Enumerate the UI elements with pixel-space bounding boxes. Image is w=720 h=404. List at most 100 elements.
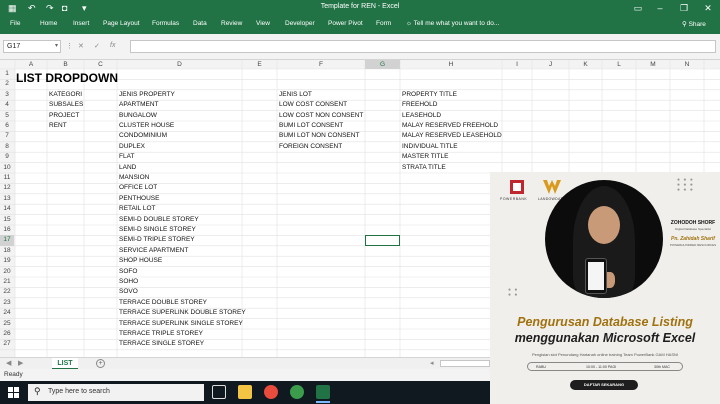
row-header-3[interactable]: 3 [0, 90, 14, 100]
next-sheet-icon[interactable]: ▶ [18, 359, 23, 367]
minimize-icon[interactable]: – [652, 2, 668, 14]
cell-kategori[interactable]: PROJECT [49, 111, 79, 121]
row-header-11[interactable]: 11 [0, 173, 14, 183]
taskbar-search[interactable]: ⚲ Type here to search [28, 384, 204, 401]
row-header-18[interactable]: 18 [0, 246, 14, 256]
row-header-1[interactable]: 1 [0, 69, 14, 79]
cell-jenis-lot[interactable]: LOW COST CONSENT [279, 100, 347, 110]
cell-jenis-property[interactable]: TERRACE SINGLE STOREY [119, 339, 204, 349]
row-header-14[interactable]: 14 [0, 204, 14, 214]
tab-review[interactable]: Review [221, 20, 242, 27]
row-header-13[interactable]: 13 [0, 194, 14, 204]
cell-jenis-property[interactable]: MANSION [119, 173, 149, 183]
tab-power-pivot[interactable]: Power Pivot [328, 20, 363, 27]
chrome-profile-icon[interactable] [290, 385, 304, 399]
cell-jenis-property[interactable]: TERRACE DOUBLE STOREY [119, 298, 207, 308]
tab-page-layout[interactable]: Page Layout [103, 20, 140, 27]
column-header-k[interactable]: K [569, 60, 602, 69]
column-header-e[interactable]: E [242, 60, 277, 69]
cell-property-title[interactable]: PROPERTY TITLE [402, 90, 457, 100]
cell-jenis-property[interactable]: PENTHOUSE [119, 194, 159, 204]
file-explorer-icon[interactable] [238, 385, 252, 399]
tab-view[interactable]: View [256, 20, 270, 27]
task-view-icon[interactable] [212, 385, 226, 399]
cell-property-title[interactable]: INDIVIDUAL TITLE [402, 142, 458, 152]
column-header-h[interactable]: H [400, 60, 502, 69]
cell-jenis-property[interactable]: SEMI-D SINGLE STOREY [119, 225, 196, 235]
row-header-25[interactable]: 25 [0, 319, 14, 329]
cell-property-title[interactable]: STRATA TITLE [402, 163, 446, 173]
row-header-12[interactable]: 12 [0, 183, 14, 193]
row-header-2[interactable]: 2 [0, 79, 14, 89]
tab-developer[interactable]: Developer [285, 20, 315, 27]
excel-taskbar-icon[interactable] [316, 385, 330, 403]
column-header-m[interactable]: M [636, 60, 670, 69]
add-sheet-icon[interactable]: + [96, 359, 105, 368]
row-header-17[interactable]: 17 [0, 235, 14, 246]
tab-data[interactable]: Data [193, 20, 207, 27]
cell-property-title[interactable]: MALAY RESERVED LEASEHOLD [402, 131, 502, 141]
share-button[interactable]: ⚲ Share [682, 20, 706, 28]
enter-icon[interactable]: ✓ [94, 42, 100, 50]
tell-me-box[interactable]: ☼ Tell me what you want to do... [406, 20, 499, 27]
sheet-title[interactable]: LIST DROPDOWN [16, 71, 118, 85]
cell-jenis-property[interactable]: SHOP HOUSE [119, 256, 162, 266]
column-header-f[interactable]: F [277, 60, 365, 69]
ribbon-options-icon[interactable]: ▭ [630, 2, 646, 14]
windows-start-icon[interactable] [8, 387, 19, 398]
cell-jenis-property[interactable]: TERRACE TRIPLE STOREY [119, 329, 203, 339]
column-header-b[interactable]: B [47, 60, 84, 69]
cell-jenis-property[interactable]: JENIS PROPERTY [119, 90, 175, 100]
row-header-19[interactable]: 19 [0, 256, 14, 266]
row-header-4[interactable]: 4 [0, 100, 14, 110]
row-header-22[interactable]: 22 [0, 287, 14, 297]
close-icon[interactable]: ✕ [700, 2, 716, 14]
row-header-15[interactable]: 15 [0, 215, 14, 225]
cell-kategori[interactable]: KATEGORI [49, 90, 82, 100]
cell-jenis-lot[interactable]: BUMI LOT CONSENT [279, 121, 343, 131]
cell-property-title[interactable]: FREEHOLD [402, 100, 437, 110]
row-header-5[interactable]: 5 [0, 111, 14, 121]
insert-function-icon[interactable]: fx [110, 42, 115, 49]
prev-sheet-icon[interactable]: ◀ [6, 359, 11, 367]
cell-jenis-property[interactable]: RETAIL LOT [119, 204, 155, 214]
cell-jenis-property[interactable]: OFFICE LOT [119, 183, 157, 193]
tab-formulas[interactable]: Formulas [152, 20, 179, 27]
cell-jenis-property[interactable]: TERRACE SUPERLINK SINGLE STOREY [119, 319, 243, 329]
cell-jenis-property[interactable]: SOFO [119, 267, 137, 277]
row-header-20[interactable]: 20 [0, 267, 14, 277]
tab-home[interactable]: Home [40, 20, 57, 27]
cell-kategori[interactable]: SUBSALES [49, 100, 83, 110]
cell-jenis-property[interactable]: CONDOMINIUM [119, 131, 167, 141]
column-header-g[interactable]: G [365, 60, 400, 69]
horizontal-scrollbar[interactable] [440, 360, 490, 367]
selected-cell[interactable] [365, 235, 400, 246]
row-header-23[interactable]: 23 [0, 298, 14, 308]
cell-jenis-property[interactable]: SOVO [119, 287, 138, 297]
cell-jenis-property[interactable]: CLUSTER HOUSE [119, 121, 174, 131]
tab-insert[interactable]: Insert [73, 20, 89, 27]
chrome-icon[interactable] [264, 385, 278, 399]
row-header-21[interactable]: 21 [0, 277, 14, 287]
row-header-9[interactable]: 9 [0, 152, 14, 162]
row-header-27[interactable]: 27 [0, 339, 14, 349]
row-header-16[interactable]: 16 [0, 225, 14, 235]
cancel-icon[interactable]: ✕ [78, 42, 84, 50]
cell-jenis-lot[interactable]: LOW COST NON CONSENT [279, 111, 363, 121]
name-box[interactable]: G17 ▾ [3, 40, 61, 53]
cell-property-title[interactable]: MASTER TITLE [402, 152, 448, 162]
tab-file[interactable]: File [10, 20, 20, 27]
row-header-10[interactable]: 10 [0, 163, 14, 173]
cell-jenis-lot[interactable]: BUMI LOT NON CONSENT [279, 131, 359, 141]
column-header-i[interactable]: I [502, 60, 532, 69]
row-header-24[interactable]: 24 [0, 308, 14, 318]
cell-jenis-property[interactable]: DUPLEX [119, 142, 145, 152]
column-header-c[interactable]: C [84, 60, 117, 69]
cell-jenis-property[interactable]: FLAT [119, 152, 134, 162]
cell-property-title[interactable]: MALAY RESERVED FREEHOLD [402, 121, 498, 131]
row-header-8[interactable]: 8 [0, 142, 14, 152]
restore-icon[interactable]: ❐ [676, 2, 692, 14]
cell-jenis-property[interactable]: SOHO [119, 277, 138, 287]
cell-jenis-property[interactable]: APARTMENT [119, 100, 159, 110]
column-header-a[interactable]: A [15, 60, 47, 69]
